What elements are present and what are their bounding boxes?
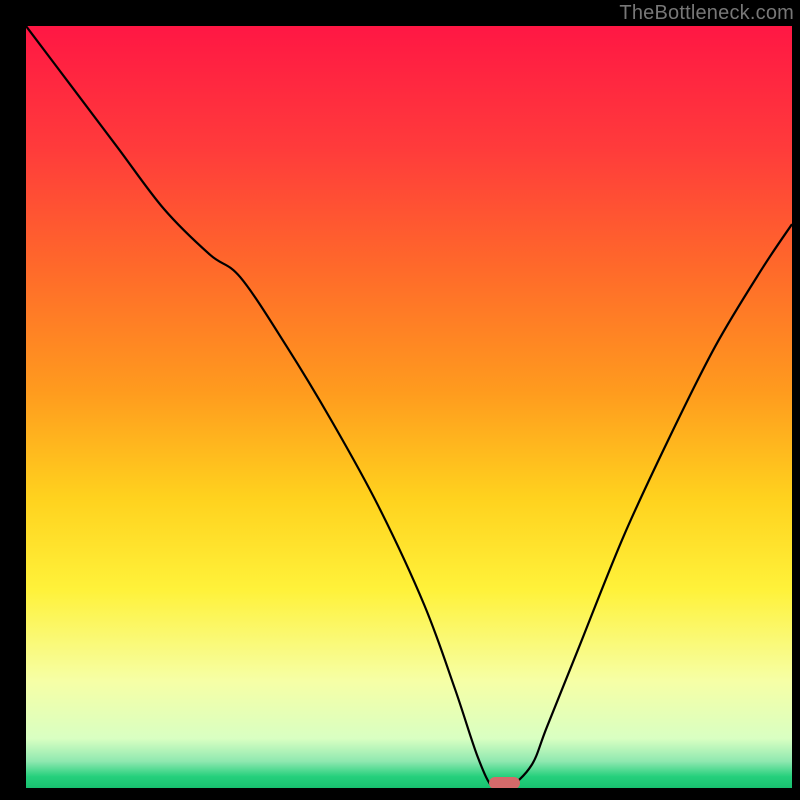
watermark-text: TheBottleneck.com	[619, 2, 794, 25]
plot-area	[26, 26, 792, 788]
chart-svg	[26, 26, 792, 788]
gradient-background	[26, 26, 792, 788]
optimal-range-marker	[489, 777, 520, 788]
chart-frame: TheBottleneck.com	[0, 0, 800, 800]
